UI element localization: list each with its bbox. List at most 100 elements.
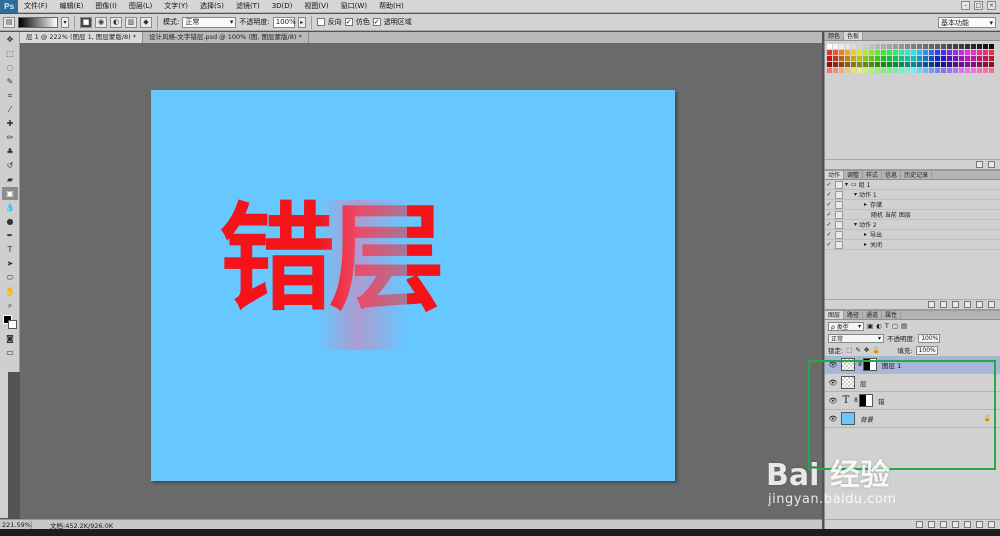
layer-name[interactable]: 层 [860,378,867,388]
swatch[interactable] [851,44,856,49]
swatch[interactable] [887,62,892,67]
quick-select-tool-icon[interactable]: ✎ [2,75,18,88]
layer-row[interactable]: 👁 T 8 错 [825,392,1000,410]
swatch[interactable] [845,68,850,73]
path-select-icon[interactable]: ➤ [2,257,18,270]
chevron-down-icon[interactable]: ▾ [845,221,857,228]
swatch[interactable] [833,62,838,67]
swatch[interactable] [881,50,886,55]
lock-image-icon[interactable]: ✎ [855,346,860,354]
swatch[interactable] [983,56,988,61]
swatch[interactable] [863,50,868,55]
tab-actions[interactable]: 动作 [825,171,845,179]
swatch[interactable] [941,44,946,49]
menu-layer[interactable]: 图层(L) [123,1,158,11]
swatch[interactable] [851,68,856,73]
swatch[interactable] [875,62,880,67]
swatch[interactable] [965,44,970,49]
swatch[interactable] [917,44,922,49]
swatch[interactable] [905,62,910,67]
swatch[interactable] [977,50,982,55]
swatch[interactable] [941,56,946,61]
layer-opacity-input[interactable]: 100% [918,333,941,343]
eye-icon[interactable]: 👁 [825,379,841,387]
swatch[interactable] [905,56,910,61]
dialog-toggle[interactable] [835,210,843,219]
swatch[interactable] [989,68,994,73]
adjustment-layer-icon[interactable] [952,521,959,528]
brush-tool-icon[interactable]: ✏ [2,131,18,144]
chevron-down-icon[interactable]: ▾ [845,191,857,198]
swatch[interactable] [893,50,898,55]
diamond-gradient-button[interactable]: ◆ [140,16,152,28]
swatch[interactable] [869,68,874,73]
swatch[interactable] [881,62,886,67]
swatch[interactable] [875,68,880,73]
swatch[interactable] [845,44,850,49]
record-icon[interactable] [940,301,947,308]
filter-adjust-icon[interactable]: ◐ [876,322,882,330]
crop-tool-icon[interactable]: ⌗ [2,89,18,102]
swatch[interactable] [839,56,844,61]
swatch[interactable] [911,56,916,61]
tab-adjustments[interactable]: 调整 [844,171,864,179]
swatch[interactable] [839,44,844,49]
chevron-right-icon[interactable]: ▸ [845,241,867,248]
swatch[interactable] [839,68,844,73]
tool-preset-icon[interactable]: ▤ [3,16,15,28]
swatch[interactable] [947,56,952,61]
swatch[interactable] [983,68,988,73]
swatch[interactable] [977,44,982,49]
swatch[interactable] [833,56,838,61]
swatch[interactable] [905,44,910,49]
swatch[interactable] [989,50,994,55]
quick-mask-icon[interactable]: ◙ [2,332,18,345]
document-canvas[interactable]: 错层 [151,90,675,481]
swatch[interactable] [875,56,880,61]
swatch[interactable] [929,44,934,49]
color-swatches[interactable] [1,314,19,330]
swatch[interactable] [989,62,994,67]
chevron-right-icon[interactable]: ▸ [845,231,867,238]
swatch[interactable] [857,44,862,49]
tab-properties[interactable]: 属性 [882,311,902,319]
dither-checkbox[interactable]: ✓ [344,18,353,26]
tab-styles[interactable]: 样式 [863,171,883,179]
tab-channels[interactable]: 通道 [863,311,883,319]
background-color[interactable] [8,320,17,329]
swatch[interactable] [887,56,892,61]
swatch[interactable] [929,50,934,55]
eye-icon[interactable]: 👁 [825,361,841,369]
check-icon[interactable]: ✓ [825,211,833,218]
type-tool-icon[interactable]: T [2,243,18,256]
zoom-tool-icon[interactable]: ⌕ [2,299,18,312]
blend-mode-select[interactable]: 正常 ▾ [828,333,884,343]
eye-icon[interactable]: 👁 [825,415,841,423]
swatch[interactable] [941,50,946,55]
transparency-checkbox[interactable]: ✓ [372,18,381,26]
menu-filter[interactable]: 滤镜(T) [230,1,266,11]
layer-name[interactable]: 错 [878,396,885,406]
swatch[interactable] [863,68,868,73]
new-layer-icon[interactable] [976,521,983,528]
swatch[interactable] [839,62,844,67]
swatch[interactable] [881,56,886,61]
minimize-icon[interactable]: – [961,1,970,10]
dodge-tool-icon[interactable]: ● [2,215,18,228]
swatch[interactable] [911,62,916,67]
lasso-tool-icon[interactable]: ◌ [2,61,18,74]
tab-swatches[interactable]: 色板 [844,32,864,40]
swatch[interactable] [827,68,832,73]
tab-info[interactable]: 信息 [882,171,902,179]
swatch[interactable] [833,44,838,49]
hand-tool-icon[interactable]: ✋ [2,285,18,298]
menu-image[interactable]: 图像(I) [89,1,123,11]
swatch[interactable] [971,56,976,61]
tab-history[interactable]: 历史记录 [901,171,933,179]
screen-mode-icon[interactable]: ▭ [2,346,18,359]
swatch[interactable] [953,44,958,49]
healing-tool-icon[interactable]: ✚ [2,117,18,130]
tab-layers[interactable]: 图层 [825,311,845,319]
trash-icon[interactable] [988,521,995,528]
menu-select[interactable]: 选择(S) [194,1,230,11]
